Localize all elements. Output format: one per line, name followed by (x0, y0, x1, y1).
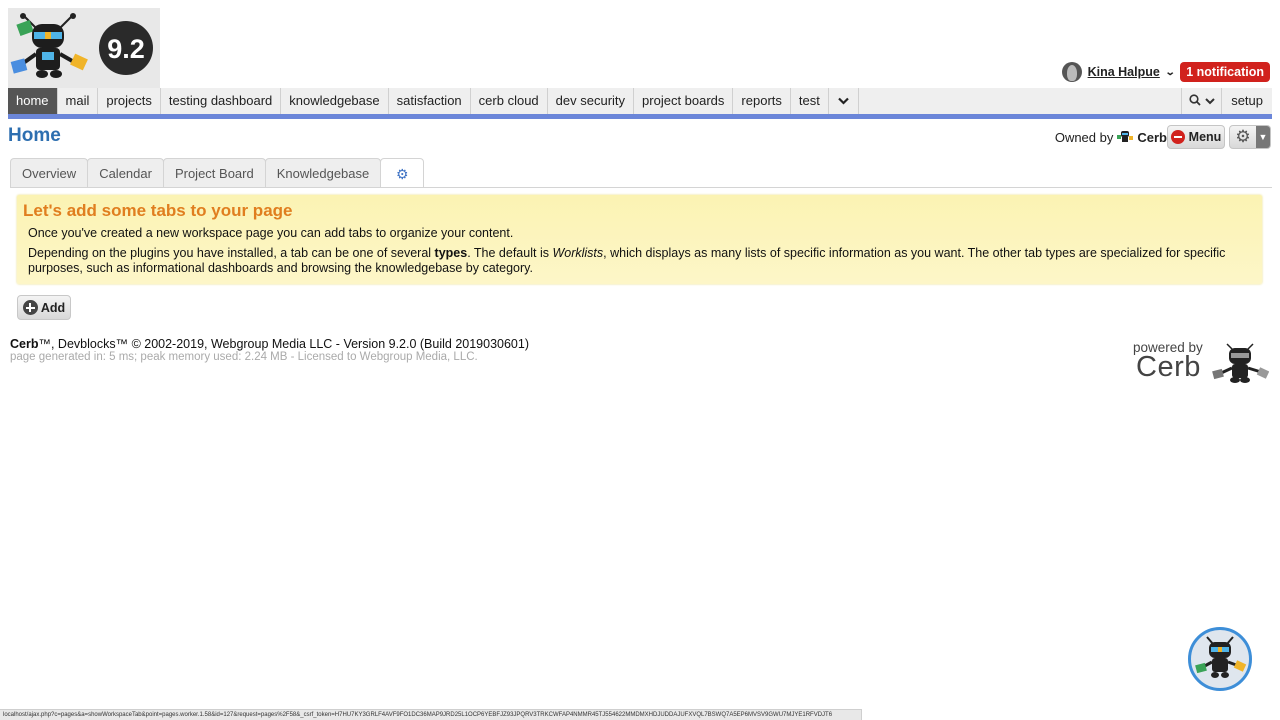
gear-icon: ⚙ (395, 166, 409, 182)
owner-link[interactable]: Cerb (1137, 130, 1167, 145)
page-settings-button[interactable]: ⚙ ▼ (1229, 125, 1271, 149)
search-button[interactable] (1181, 88, 1221, 114)
nav-item-project-boards[interactable]: project boards (634, 88, 734, 114)
powered-by-brand: Cerb (1136, 351, 1201, 383)
user-area: Kina Halpue ⌄ 1 notification (1061, 62, 1270, 82)
nav-more-button[interactable] (829, 88, 859, 114)
help-title: Let's add some tabs to your page (23, 201, 293, 220)
nav-item-dev-security[interactable]: dev security (548, 88, 635, 114)
nav-item-testing-dashboard[interactable]: testing dashboard (161, 88, 282, 114)
tabs-divider (10, 187, 1272, 188)
nav-item-projects[interactable]: projects (98, 88, 161, 114)
nav-divider (8, 114, 1272, 119)
nav-setup[interactable]: setup (1221, 88, 1272, 114)
search-icon (1189, 94, 1201, 106)
nav-item-reports[interactable]: reports (733, 88, 791, 114)
cerb-logo[interactable]: 9.2 (8, 8, 160, 88)
cerb-robot-icon (1212, 343, 1269, 383)
footer-copyright: Cerb™, Devblocks™ © 2002-2019, Webgroup … (10, 337, 529, 351)
page-title: Home (8, 125, 61, 146)
avatar[interactable] (1061, 62, 1082, 82)
nav-item-mail[interactable]: mail (58, 88, 99, 114)
powered-by-cerb[interactable]: powered by Cerb (1133, 340, 1269, 385)
gear-icon: ⚙ (1235, 127, 1251, 146)
version-badge: 9.2 (107, 34, 145, 64)
minus-circle-icon (1170, 130, 1185, 144)
chevron-down-icon (1204, 98, 1215, 105)
cerb-robot-logo-icon: 9.2 (10, 13, 153, 78)
help-box: Let's add some tabs to your page Once yo… (17, 195, 1262, 284)
cerb-bot-icon (1117, 131, 1134, 142)
add-label: Add (40, 300, 66, 315)
plus-circle-icon (22, 300, 38, 315)
help-text-1: Once you've created a new workspace page… (28, 226, 514, 240)
nav-item-knowledgebase[interactable]: knowledgebase (281, 88, 389, 114)
notifications-badge[interactable]: 1 notification (1180, 62, 1270, 82)
owned-by-label: Owned by (1054, 129, 1114, 145)
user-name-link[interactable]: Kina Halpue (1088, 65, 1160, 79)
menu-label: Menu (1188, 130, 1222, 144)
chevron-down-icon (838, 97, 849, 105)
tab-knowledgebase[interactable]: Knowledgebase (264, 158, 382, 187)
nav-right: setup (1181, 88, 1272, 114)
nav-pages: home mail projects testing dashboard knowled… (8, 88, 859, 114)
nav-item-cerb-cloud[interactable]: cerb cloud (471, 88, 548, 114)
main-nav: home mail projects testing dashboard knowled… (8, 88, 1272, 114)
tab-overview[interactable]: Overview (10, 158, 89, 187)
chat-bot-button[interactable] (1188, 627, 1252, 691)
workspace-tabs: Overview Calendar Project Board Knowledgeba… (10, 158, 425, 187)
tab-calendar[interactable]: Calendar (87, 158, 164, 187)
nav-item-satisfaction[interactable]: satisfaction (389, 88, 471, 114)
owned-by: Owned by Cerb (1055, 129, 1167, 145)
footer-stats: page generated in: 5 ms; peak memory use… (10, 351, 478, 363)
chevron-down-icon: ▼ (1256, 126, 1270, 148)
status-bar-url: localhost/ajax.php?c=pages&a=showWorkspa… (0, 709, 862, 720)
chevron-down-icon[interactable]: ⌄ (1165, 67, 1176, 78)
help-text-2: Depending on the plugins you have instal… (28, 246, 1226, 275)
tab-project-board[interactable]: Project Board (162, 158, 266, 187)
tab-settings[interactable]: ⚙ (380, 158, 425, 187)
nav-item-home[interactable]: home (8, 88, 58, 114)
add-tab-button[interactable]: Add (17, 295, 71, 320)
nav-item-test[interactable]: test (791, 88, 829, 114)
cerb-bot-icon (1195, 636, 1247, 678)
menu-button[interactable]: Menu (1167, 125, 1225, 149)
